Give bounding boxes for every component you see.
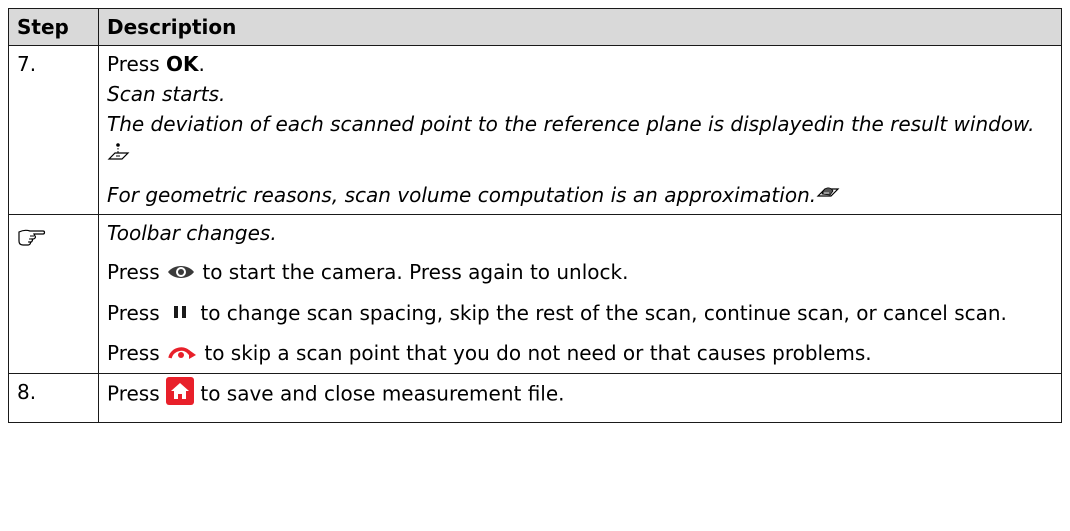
header-description: Description — [98, 8, 1062, 46]
scan-starts-text: Scan starts. — [107, 82, 226, 106]
ok-key: OK — [166, 52, 199, 76]
camera-press-label: Press — [107, 260, 160, 284]
table-header-row: Step Description — [8, 8, 1062, 46]
skip-instruction: Press to skip a scan point that you do n… — [107, 338, 1053, 370]
step-7-description: Press OK. Scan starts. The deviation of … — [98, 45, 1062, 215]
skip-instruction-text: to skip a scan point that you do not nee… — [204, 341, 872, 365]
camera-instruction-text: to start the camera. Press again to unlo… — [202, 260, 629, 284]
header-step: Step — [8, 8, 99, 46]
table-row-tip: Toolbar changes. Press to start the came… — [8, 214, 1062, 374]
pause-press-label: Press — [107, 300, 160, 325]
deviation-text: The deviation of each scanned point to t… — [107, 112, 1035, 136]
home-icon — [166, 376, 194, 413]
step-number-8: 8. — [8, 372, 99, 423]
period: . — [198, 52, 205, 76]
table-row-step-8: 8. Press to save and close measurement f… — [8, 372, 1062, 423]
tip-description: Toolbar changes. Press to start the came… — [98, 214, 1062, 374]
reference-plane-icon — [107, 141, 131, 171]
pause-instruction-text: to change scan spacing, skip the rest of… — [200, 300, 1007, 325]
step-8-description: Press to save and close measurement file… — [98, 372, 1062, 423]
press-ok-line: Press OK. — [107, 49, 1053, 79]
skip-press-label: Press — [107, 341, 160, 365]
skip-point-icon — [166, 340, 198, 370]
table-row-step-7: 7. Press OK. Scan starts. The deviation … — [8, 45, 1062, 215]
step-number-7: 7. — [8, 45, 99, 215]
steps-table: Step Description 7. Press OK. Scan start… — [8, 8, 1062, 423]
deviation-paragraph: The deviation of each scanned point to t… — [107, 109, 1053, 171]
geometric-paragraph: For geometric reasons, scan volume compu… — [107, 180, 1053, 212]
tip-cell — [8, 214, 99, 374]
press-label: Press — [107, 52, 166, 76]
pause-icon — [172, 299, 188, 329]
volume-icon — [816, 181, 840, 211]
pointing-hand-icon — [17, 225, 47, 246]
home-instruction-text: to save and close measurement file. — [200, 381, 565, 405]
geometric-text: For geometric reasons, scan volume compu… — [107, 182, 817, 207]
camera-instruction: Press to start the camera. Press again t… — [107, 257, 1053, 289]
home-press-label: Press — [107, 381, 160, 405]
toolbar-changes-text: Toolbar changes. — [107, 221, 277, 245]
pause-instruction: Press to change scan spacing, skip the r… — [107, 298, 1053, 330]
eye-icon — [166, 259, 196, 289]
